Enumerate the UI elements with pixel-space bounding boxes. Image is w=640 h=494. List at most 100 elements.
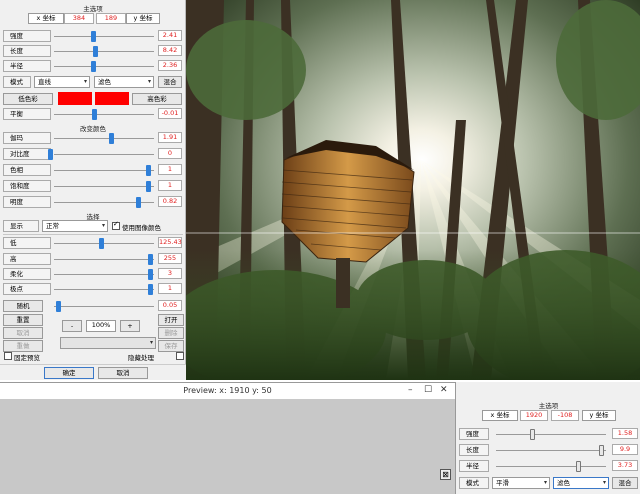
- random-slider[interactable]: [56, 301, 61, 312]
- brightness-value[interactable]: 0.82: [158, 196, 182, 207]
- low-value[interactable]: 125.43: [158, 237, 182, 248]
- x-coord-value[interactable]: 384: [64, 13, 94, 24]
- high-color-swatch[interactable]: [95, 92, 129, 105]
- chevron-down-icon: ▾: [149, 339, 153, 346]
- radius-slider[interactable]: [91, 61, 96, 72]
- chevron-down-icon: ▾: [602, 479, 606, 486]
- mode-label: 模式: [459, 477, 489, 489]
- blend-select[interactable]: 滤色 ▾: [94, 76, 154, 88]
- intensity-value[interactable]: 1.58: [612, 428, 638, 439]
- x-coord-value[interactable]: 1920: [520, 410, 548, 421]
- intensity-slider[interactable]: [91, 31, 96, 42]
- saturation-value[interactable]: 1: [158, 180, 182, 191]
- dialog-buttons-bar: 确定 取消: [0, 364, 186, 380]
- length-label: 长度: [3, 45, 51, 57]
- zoom-in-button[interactable]: +: [120, 320, 140, 332]
- intensity-value[interactable]: 2.41: [158, 30, 182, 41]
- gamma-slider[interactable]: [109, 133, 114, 144]
- fixed-preview-checkbox[interactable]: [4, 352, 12, 360]
- contrast-label: 对比度: [3, 148, 51, 160]
- length-value[interactable]: 9.9: [612, 444, 638, 455]
- chevron-down-icon: ▾: [147, 78, 151, 85]
- close-icon[interactable]: ✕: [440, 385, 448, 395]
- preset-select[interactable]: ▾: [60, 337, 156, 349]
- length-label: 长度: [459, 444, 489, 456]
- fixed-preview-label: 固定预览: [14, 354, 40, 362]
- intensity-slider[interactable]: [530, 429, 535, 440]
- use-image-color-label: 使用图像颜色: [122, 224, 161, 232]
- delete-button[interactable]: 删除: [158, 327, 184, 339]
- soften-value[interactable]: 3: [158, 268, 182, 279]
- high-label: 高: [3, 253, 51, 265]
- saturation-slider[interactable]: [146, 181, 151, 192]
- cancel-gray-button[interactable]: 取消: [3, 327, 43, 339]
- high-value[interactable]: 255: [158, 253, 182, 264]
- minimize-icon[interactable]: –: [408, 385, 413, 395]
- pole-slider[interactable]: [148, 284, 153, 295]
- pole-value[interactable]: 1: [158, 283, 182, 294]
- high-track: [54, 259, 154, 260]
- y-coord-value[interactable]: 189: [96, 13, 126, 24]
- blend-button[interactable]: 混合: [158, 76, 182, 88]
- redo-button[interactable]: 重做: [3, 340, 43, 352]
- low-color-button[interactable]: 低色彩: [3, 93, 53, 105]
- radius-value[interactable]: 3.73: [612, 460, 638, 471]
- y-coord-tab[interactable]: y 坐标: [582, 410, 616, 421]
- contrast-value[interactable]: 0: [158, 148, 182, 159]
- soften-label: 柔化: [3, 268, 51, 280]
- radius-track: [496, 466, 606, 467]
- preview-title: Preview: x: 1910 y: 50: [0, 383, 455, 399]
- length-slider[interactable]: [93, 46, 98, 57]
- balance-slider[interactable]: [92, 109, 97, 120]
- soften-slider[interactable]: [148, 269, 153, 280]
- random-value[interactable]: 0.05: [158, 300, 182, 311]
- length-slider[interactable]: [599, 445, 604, 456]
- maximize-icon[interactable]: ☐: [424, 385, 432, 395]
- contrast-slider[interactable]: [48, 149, 53, 160]
- hide-processing-label: 隐藏处理: [128, 354, 154, 362]
- x-coord-tab[interactable]: x 坐标: [28, 13, 64, 24]
- open-button[interactable]: 打开: [158, 314, 184, 326]
- high-slider[interactable]: [148, 254, 153, 265]
- radius-value[interactable]: 2.36: [158, 60, 182, 71]
- hue-value[interactable]: 1: [158, 164, 182, 175]
- use-image-color-checkbox[interactable]: [112, 220, 120, 230]
- cancel-button[interactable]: 取消: [98, 367, 148, 379]
- mode-select-value: 直线: [38, 78, 51, 86]
- ok-button[interactable]: 确定: [44, 367, 94, 379]
- mode-select[interactable]: 直线 ▾: [34, 76, 90, 88]
- balance-value[interactable]: -0.01: [158, 108, 182, 119]
- display-select[interactable]: 正常 ▾: [42, 220, 108, 232]
- chevron-down-icon: ▾: [543, 479, 547, 486]
- reset-button[interactable]: 重置: [3, 314, 43, 326]
- brightness-slider[interactable]: [136, 197, 141, 208]
- balance-label: 平衡: [3, 108, 51, 120]
- low-track: [54, 243, 154, 244]
- low-color-swatch[interactable]: [58, 92, 92, 105]
- radius-slider[interactable]: [576, 461, 581, 472]
- save-button[interactable]: 保存: [158, 340, 184, 352]
- low-label: 低: [3, 237, 51, 249]
- low-slider[interactable]: [99, 238, 104, 249]
- x-coord-tab[interactable]: x 坐标: [482, 410, 518, 421]
- random-button[interactable]: 随机: [3, 300, 43, 312]
- hue-label: 色相: [3, 164, 51, 176]
- zoom-out-button[interactable]: -: [62, 320, 82, 332]
- main-options-title: 主选项: [83, 5, 103, 13]
- resize-grip-icon[interactable]: ⊠: [440, 469, 451, 480]
- mode-select[interactable]: 平滑 ▾: [492, 477, 550, 489]
- high-color-button[interactable]: 高色彩: [132, 93, 182, 105]
- y-coord-tab[interactable]: y 坐标: [126, 13, 160, 24]
- hue-slider[interactable]: [146, 165, 151, 176]
- chevron-down-icon: ▾: [83, 78, 87, 85]
- length-value[interactable]: 8.42: [158, 45, 182, 56]
- hide-processing-checkbox[interactable]: [176, 352, 184, 360]
- blend-select-value: 滤色: [98, 78, 111, 86]
- gamma-value[interactable]: 1.91: [158, 132, 182, 143]
- saturation-track: [54, 186, 154, 187]
- y-coord-value[interactable]: -108: [551, 410, 579, 421]
- blend-button[interactable]: 混合: [612, 477, 638, 489]
- blend-select[interactable]: 滤色 ▾: [553, 477, 609, 489]
- radius-label: 半径: [3, 60, 51, 72]
- display-label: 显示: [3, 220, 39, 232]
